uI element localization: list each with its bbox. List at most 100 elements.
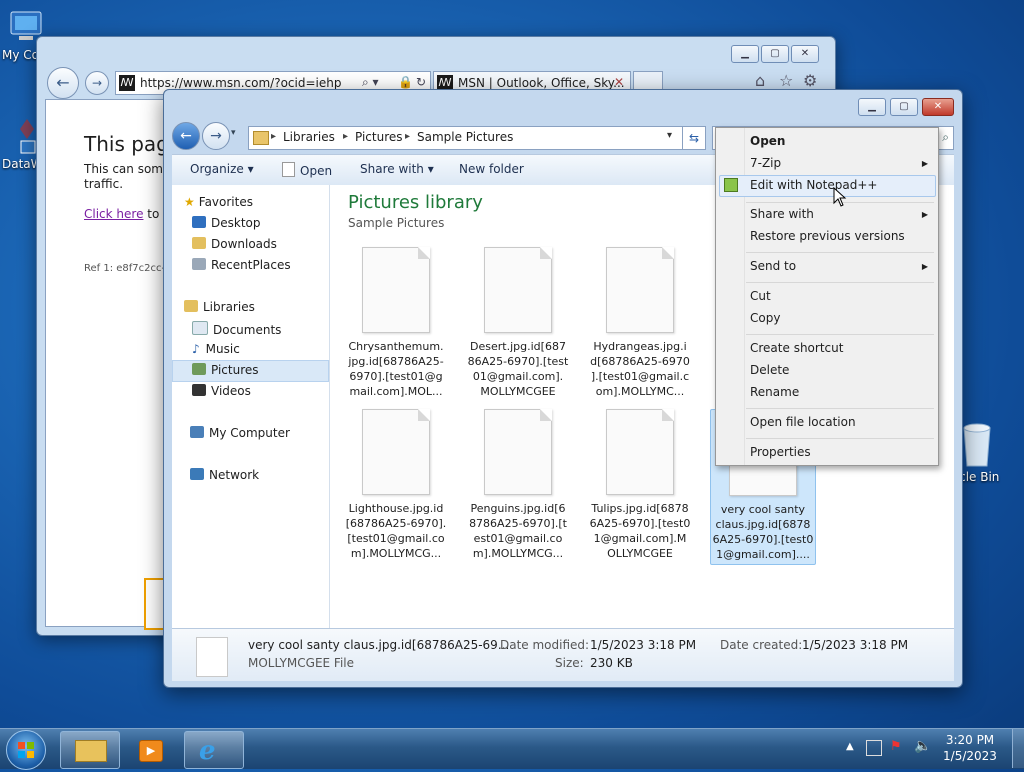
notepad-icon <box>724 178 738 192</box>
home-icon[interactable]: ⌂ <box>755 71 765 90</box>
taskbar-explorer-button[interactable] <box>60 731 120 769</box>
new-folder-button[interactable]: New folder <box>459 162 524 176</box>
nav-desktop[interactable]: Desktop <box>192 216 261 230</box>
minimize-button[interactable]: ▁ <box>858 98 886 116</box>
organize-button[interactable]: Organize ▾ <box>190 162 254 176</box>
minimize-button[interactable]: ▁ <box>731 45 759 63</box>
menu-properties[interactable]: Properties <box>750 445 811 459</box>
documents-icon <box>192 321 208 335</box>
details-file-type: MOLLYMCGEE File <box>248 656 354 670</box>
file-item[interactable]: Chrysanthemum. jpg.id[68786A25- 6970].[tes… <box>344 247 448 399</box>
tab-title: MSN | Outlook, Office, Sky... <box>458 76 625 90</box>
back-button[interactable]: ← <box>172 122 200 150</box>
menu-open-file-location[interactable]: Open file location <box>750 415 856 429</box>
maximize-button[interactable]: ▢ <box>890 98 918 116</box>
document-icon <box>484 409 552 495</box>
menu-copy[interactable]: Copy <box>750 311 780 325</box>
document-icon <box>484 247 552 333</box>
nav-music[interactable]: ♪ Music <box>192 342 240 356</box>
submenu-arrow-icon: ▶ <box>921 159 928 168</box>
taskbar-ie-button[interactable]: e <box>184 731 244 769</box>
context-menu: Open 7-Zip ▶ Edit with Notepad++ Share w… <box>715 127 939 466</box>
submenu-arrow-icon: ▶ <box>921 210 928 219</box>
computer-icon <box>190 426 204 438</box>
document-icon <box>282 162 295 177</box>
volume-icon[interactable]: 🔈 <box>914 738 931 754</box>
nav-recent-places[interactable]: RecentPlaces <box>192 258 291 272</box>
show-desktop-button[interactable] <box>1012 729 1024 768</box>
breadcrumb-sample-pictures[interactable]: Sample Pictures <box>417 130 513 144</box>
page-text-1: This can some <box>84 162 171 176</box>
mouse-cursor-icon <box>833 186 847 210</box>
menu-create-shortcut[interactable]: Create shortcut <box>750 341 843 355</box>
navigation-pane: ★ Favorites Desktop Downloads RecentPlace… <box>172 185 330 628</box>
menu-rename[interactable]: Rename <box>750 385 799 399</box>
breadcrumb-pictures[interactable]: Pictures <box>355 130 403 144</box>
menu-cut[interactable]: Cut <box>750 289 771 303</box>
submenu-arrow-icon: ▶ <box>921 262 928 271</box>
file-item[interactable]: Lighthouse.jpg.id [68786A25-6970]. [test01… <box>344 409 448 561</box>
file-item[interactable]: Penguins.jpg.id[6 8786A25-6970].[t est01@g… <box>466 409 570 561</box>
menu-share-with[interactable]: Share with <box>750 207 814 221</box>
back-arrow-icon: ← <box>56 73 70 92</box>
refresh-button[interactable]: ⇆ <box>682 126 706 150</box>
menu-restore-previous[interactable]: Restore previous versions <box>750 229 905 243</box>
action-center-icon[interactable]: ⚑ <box>890 739 902 754</box>
taskbar-media-player-button[interactable]: ▶ <box>122 731 182 769</box>
refresh-icon: ⇆ <box>688 131 700 145</box>
recycle-bin-icon <box>960 420 994 468</box>
file-item[interactable]: Hydrangeas.jpg.i d[68786A25-6970].[test01… <box>588 247 692 399</box>
details-file-name: very cool santy claus.jpg.id[68786A25-69… <box>248 638 510 652</box>
nav-my-computer[interactable]: My Computer <box>190 426 290 440</box>
forward-button[interactable]: → <box>85 71 109 95</box>
internet-explorer-icon: e <box>199 736 216 766</box>
open-button[interactable]: Open <box>282 162 332 178</box>
breadcrumb-libraries[interactable]: Libraries <box>283 130 335 144</box>
nav-pictures[interactable]: Pictures <box>192 363 259 377</box>
nav-downloads[interactable]: Downloads <box>192 237 277 251</box>
refresh-icon[interactable]: ↻ <box>416 75 426 89</box>
recent-places-icon <box>192 258 206 270</box>
close-button[interactable]: ✕ <box>922 98 954 116</box>
menu-7zip[interactable]: 7-Zip <box>750 156 781 170</box>
nav-favorites[interactable]: ★ Favorites <box>184 195 253 209</box>
menu-delete[interactable]: Delete <box>750 363 789 377</box>
lock-icon: 🔒 <box>398 75 413 89</box>
forward-button[interactable]: → <box>202 122 230 150</box>
folder-icon <box>75 740 107 762</box>
details-created-label: Date created: <box>720 638 803 652</box>
videos-icon <box>192 384 206 396</box>
msn-logo-icon: ꟿ <box>119 75 135 91</box>
menu-open[interactable]: Open <box>750 134 785 148</box>
back-button[interactable]: ← <box>47 67 79 99</box>
close-button[interactable]: ✕ <box>791 45 819 63</box>
maximize-button[interactable]: ▢ <box>761 45 789 63</box>
network-tray-icon[interactable] <box>866 740 882 756</box>
breadcrumb[interactable]: ▸ Libraries ▸ Pictures ▸ Sample Pictures… <box>248 126 684 150</box>
star-icon: ★ <box>184 195 195 209</box>
nav-libraries[interactable]: Libraries <box>184 300 255 314</box>
recent-pages-icon[interactable]: ▾ <box>231 128 236 138</box>
menu-edit-with-notepad[interactable]: Edit with Notepad++ <box>750 178 877 192</box>
clock[interactable]: 3:20 PM 1/5/2023 <box>938 733 1002 763</box>
star-icon[interactable]: ☆ <box>779 71 793 90</box>
pictures-icon <box>192 363 206 375</box>
click-here-link[interactable]: Click here <box>84 207 143 221</box>
library-title: Pictures library <box>348 192 483 213</box>
nav-documents[interactable]: Documents <box>192 321 281 337</box>
nav-network[interactable]: Network <box>190 468 259 482</box>
music-icon: ♪ <box>192 342 200 356</box>
file-item[interactable]: Tulips.jpg.id[6878 6A25-6970].[test0 1@gma… <box>588 409 692 561</box>
start-button[interactable] <box>6 730 46 770</box>
details-pane: very cool santy claus.jpg.id[68786A25-69… <box>172 628 954 681</box>
nav-videos[interactable]: Videos <box>192 384 251 398</box>
show-hidden-icons-icon[interactable]: ▲ <box>846 741 854 752</box>
share-with-button[interactable]: Share with ▾ <box>360 162 434 176</box>
url-text: https://www.msn.com/?ocid=iehp <box>140 76 342 90</box>
gear-icon[interactable]: ⚙ <box>803 71 817 90</box>
chevron-down-icon[interactable]: ▾ <box>667 130 672 141</box>
menu-send-to[interactable]: Send to <box>750 259 796 273</box>
file-item[interactable]: Desert.jpg.id[687 86A25-6970].[test 01@gma… <box>466 247 570 399</box>
search-icon[interactable]: ⌕ ▾ <box>362 75 379 90</box>
close-tab-icon[interactable]: ✕ <box>614 75 624 89</box>
